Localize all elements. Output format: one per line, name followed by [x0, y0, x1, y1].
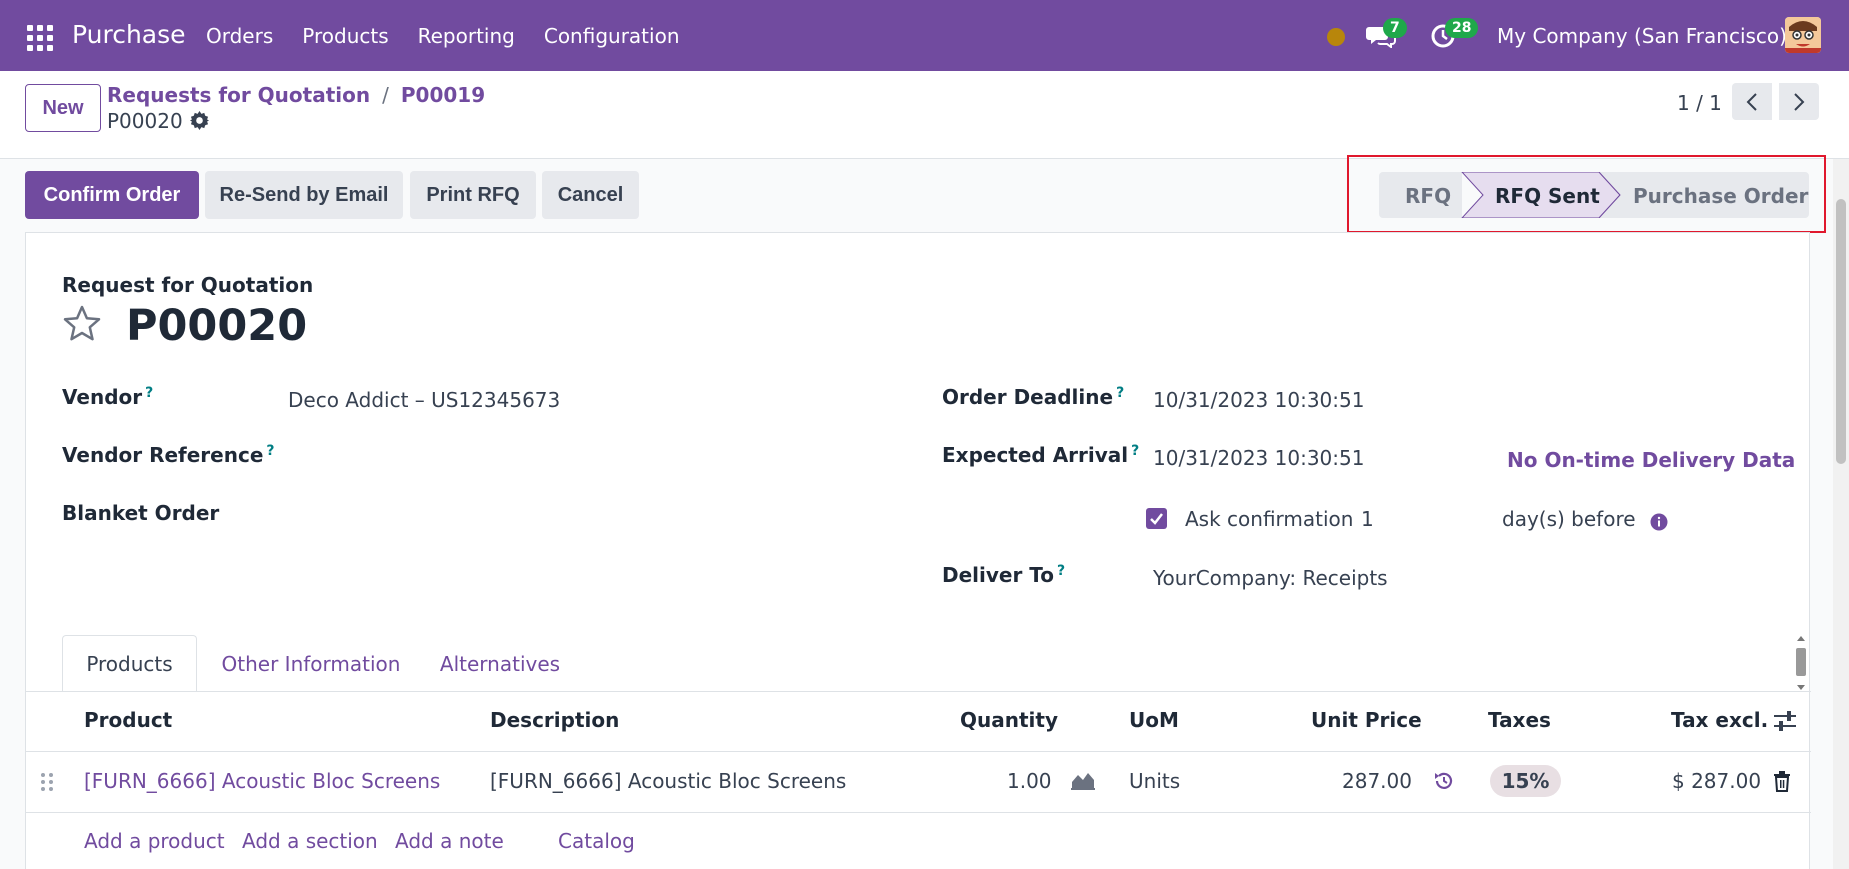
vendor-reference-help-icon[interactable]: ? [266, 443, 274, 459]
menu-products[interactable]: Products [302, 24, 388, 48]
add-product-link[interactable]: Add a product [84, 829, 225, 853]
page-scrollbar[interactable] [1833, 159, 1849, 869]
line-quantity[interactable]: 1.00 [1007, 769, 1052, 793]
stage-rfq[interactable]: RFQ [1405, 184, 1451, 208]
deliver-to-field[interactable]: YourCompany: Receipts [1153, 566, 1388, 590]
menu-orders[interactable]: Orders [206, 24, 273, 48]
chevron-left-icon [1746, 92, 1757, 111]
tab-other-information[interactable]: Other Information [197, 635, 425, 692]
ask-confirmation-days-field[interactable]: 1 [1361, 507, 1374, 531]
line-uom[interactable]: Units [1129, 769, 1180, 793]
new-button[interactable]: New [25, 84, 101, 132]
breadcrumb-p00019-link[interactable]: P00019 [401, 83, 485, 107]
order-deadline-label: Order Deadline? [942, 385, 1125, 409]
gear-icon[interactable] [190, 111, 209, 130]
company-switcher[interactable]: My Company (San Francisco) [1497, 24, 1787, 48]
days-before-label: day(s) before [1502, 507, 1636, 531]
cancel-button[interactable]: Cancel [542, 171, 639, 219]
add-line-controls: Add a product Add a section Add a note C… [26, 813, 1811, 869]
pager-value[interactable]: 1 / 1 [1677, 91, 1722, 115]
menu-reporting[interactable]: Reporting [418, 24, 515, 48]
user-avatar[interactable] [1785, 17, 1821, 53]
add-note-link[interactable]: Add a note [395, 829, 504, 853]
col-tax-excl[interactable]: Tax excl. [1671, 708, 1768, 732]
vendor-reference-label: Vendor Reference? [62, 443, 275, 467]
vendor-field[interactable]: Deco Addict – US12345673 [288, 388, 560, 412]
tabs-scrollbar[interactable] [1794, 635, 1808, 691]
info-icon[interactable] [1650, 513, 1668, 531]
avatar-face-icon [1785, 17, 1821, 53]
ask-confirmation-label: Ask confirmation [1185, 507, 1354, 531]
star-icon[interactable] [62, 304, 102, 344]
print-rfq-button[interactable]: Print RFQ [410, 171, 536, 219]
vendor-label: Vendor? [62, 385, 154, 409]
activities-count-badge: 28 [1445, 18, 1479, 38]
order-lines-header: Product Description Quantity UoM Unit Pr… [26, 692, 1811, 752]
resend-email-button[interactable]: Re-Send by Email [205, 171, 403, 219]
chevron-right-icon [1794, 92, 1805, 111]
breadcrumb-separator: / [382, 83, 389, 107]
drag-handle-icon[interactable] [40, 772, 54, 792]
breadcrumb-rfq-link[interactable]: Requests for Quotation [107, 83, 370, 107]
catalog-link[interactable]: Catalog [558, 829, 635, 853]
forecast-chart-icon[interactable] [1070, 770, 1096, 790]
ask-confirmation-checkbox[interactable] [1146, 508, 1167, 529]
tab-alternatives[interactable]: Alternatives [425, 635, 575, 692]
col-taxes[interactable]: Taxes [1488, 708, 1551, 732]
on-time-delivery-link[interactable]: No On-time Delivery Data [1507, 448, 1795, 472]
deliver-to-label: Deliver To? [942, 563, 1066, 587]
add-section-link[interactable]: Add a section [242, 829, 378, 853]
confirm-order-button[interactable]: Confirm Order [25, 171, 199, 219]
checkmark-icon [1150, 513, 1163, 525]
line-description[interactable]: [FURN_6666] Acoustic Bloc Screens [490, 769, 846, 793]
stage-purchase-order[interactable]: Purchase Order [1633, 184, 1808, 208]
app-name[interactable]: Purchase [72, 20, 186, 49]
pager-previous-button[interactable] [1732, 83, 1772, 120]
expected-arrival-help-icon[interactable]: ? [1131, 443, 1139, 459]
col-description[interactable]: Description [490, 708, 619, 732]
deliver-to-help-icon[interactable]: ? [1057, 563, 1065, 579]
expected-arrival-label: Expected Arrival? [942, 443, 1140, 467]
col-uom[interactable]: UoM [1129, 708, 1179, 732]
pager-next-button[interactable] [1779, 83, 1819, 120]
current-record-name: P00020 [107, 109, 183, 133]
page-scrollbar-thumb[interactable] [1836, 199, 1846, 464]
statusbar: RFQ RFQ Sent Purchase Order [1379, 172, 1809, 218]
col-quantity[interactable]: Quantity [960, 708, 1058, 732]
trash-icon[interactable] [1773, 771, 1791, 792]
expected-arrival-field[interactable]: 10/31/2023 10:30:51 [1153, 446, 1364, 470]
apps-grid-icon[interactable] [27, 25, 53, 51]
line-unit-price[interactable]: 287.00 [1342, 769, 1412, 793]
vendor-help-icon[interactable]: ? [145, 385, 153, 401]
menu-configuration[interactable]: Configuration [544, 24, 680, 48]
order-deadline-field[interactable]: 10/31/2023 10:30:51 [1153, 388, 1364, 412]
order-deadline-help-icon[interactable]: ? [1116, 385, 1124, 401]
form-subtitle: Request for Quotation [62, 273, 314, 297]
tab-products[interactable]: Products [62, 635, 197, 692]
col-product[interactable]: Product [84, 708, 172, 732]
breadcrumb: Requests for Quotation / P00019 [107, 83, 485, 107]
history-icon[interactable] [1433, 770, 1455, 792]
form-sheet: Request for Quotation P00020 Vendor? Dec… [25, 232, 1811, 869]
record-title[interactable]: P00020 [126, 301, 307, 351]
top-navbar: Purchase Orders Products Reporting Confi… [0, 0, 1849, 71]
stage-rfq-sent[interactable]: RFQ Sent [1495, 184, 1600, 208]
control-panel: New Requests for Quotation / P00019 P00020… [0, 71, 1849, 159]
line-subtotal: $ 287.00 [1672, 769, 1762, 793]
messages-count-badge: 7 [1383, 18, 1407, 38]
optional-columns-icon[interactable] [1773, 710, 1797, 732]
col-unit-price[interactable]: Unit Price [1311, 708, 1422, 732]
line-product[interactable]: [FURN_6666] Acoustic Bloc Screens [84, 769, 440, 793]
main-menu: Orders Products Reporting Configuration [206, 24, 709, 48]
blanket-order-label: Blanket Order [62, 501, 220, 525]
table-row[interactable]: [FURN_6666] Acoustic Bloc Screens [FURN_… [26, 752, 1811, 813]
presence-status-icon[interactable] [1327, 28, 1345, 46]
line-tax-badge[interactable]: 15% [1490, 765, 1561, 797]
